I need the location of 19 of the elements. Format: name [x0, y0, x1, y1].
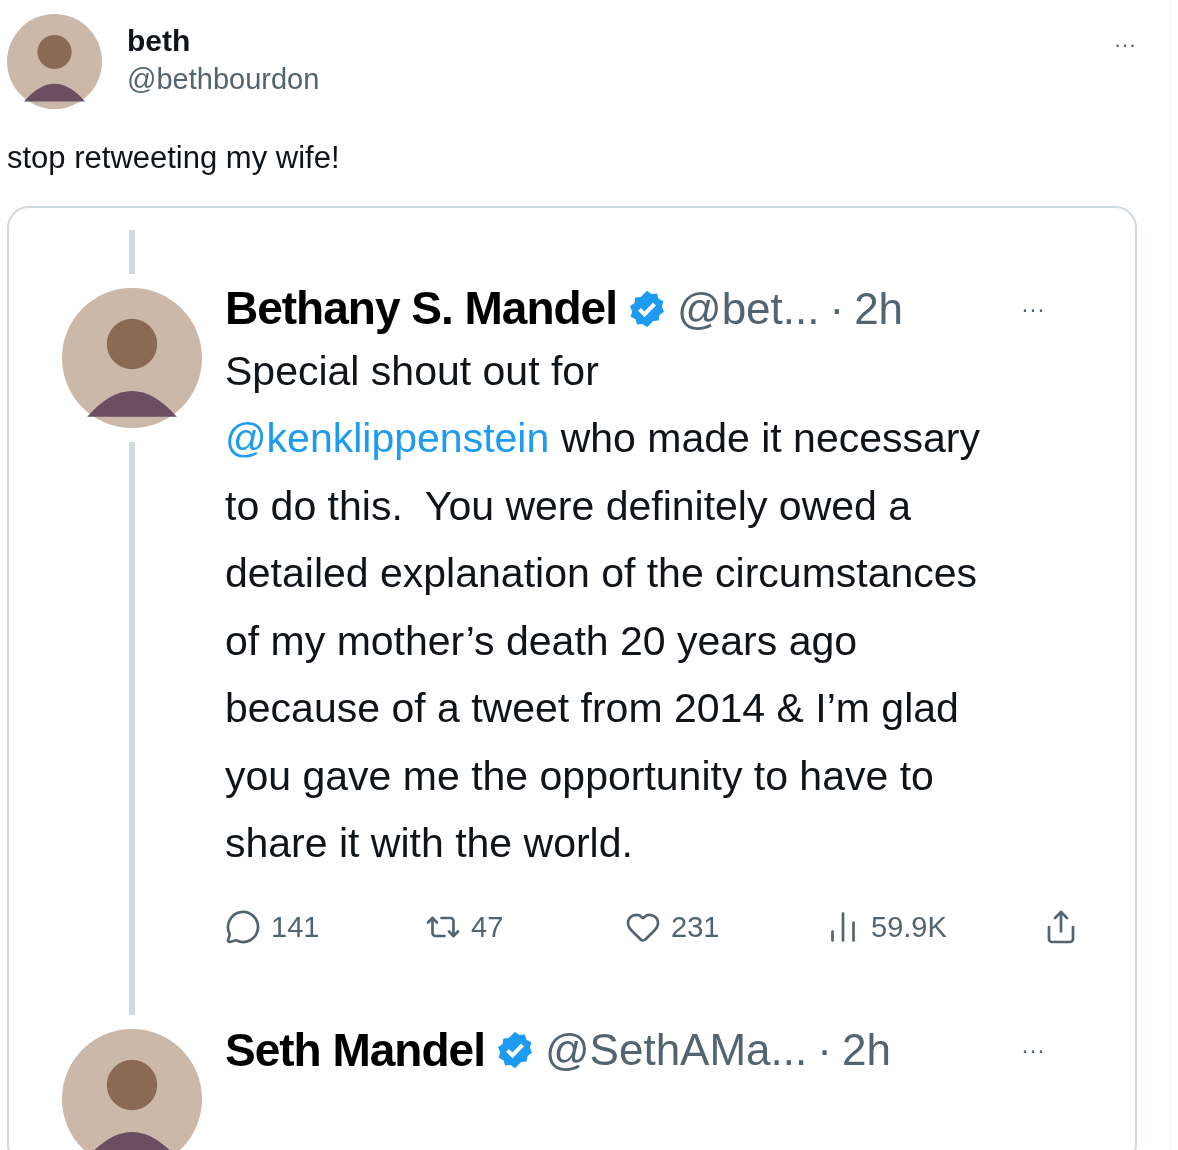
stat-count: 47 [471, 909, 504, 945]
more-button[interactable]: ··· [1114, 28, 1136, 61]
more-button[interactable]: ··· [1021, 290, 1045, 327]
author-handle: @SethAMa... [544, 1024, 808, 1076]
author-name: beth [127, 23, 192, 59]
more-button[interactable]: ··· [1021, 1032, 1045, 1068]
stat-count: 59.9K [871, 909, 947, 945]
timestamp: 2h [841, 1024, 891, 1076]
separator: · [829, 282, 845, 335]
author-handle: @bethbourdon [127, 62, 320, 97]
author-handle: @bet... [676, 282, 820, 335]
timestamp: 2h [854, 282, 904, 335]
tweet-text: stop retweeting my wife! [6, 139, 341, 177]
stat-count: 141 [271, 909, 320, 945]
author-name: Seth Mandel [225, 1022, 485, 1078]
tweet-text: Special shout out for @kenklippenstein who made it necessary to do this. You were definitely owed a detailed explanation of the circumstances of my mother’s death 20 years ago because of a tweet from 2014 & I’m glad you gave me the opportunity to have to share it with the world. [225, 346, 981, 868]
stat-count: 231 [671, 909, 720, 945]
author-name: Bethany S. Mandel [225, 281, 617, 336]
separator: · [817, 1024, 832, 1076]
